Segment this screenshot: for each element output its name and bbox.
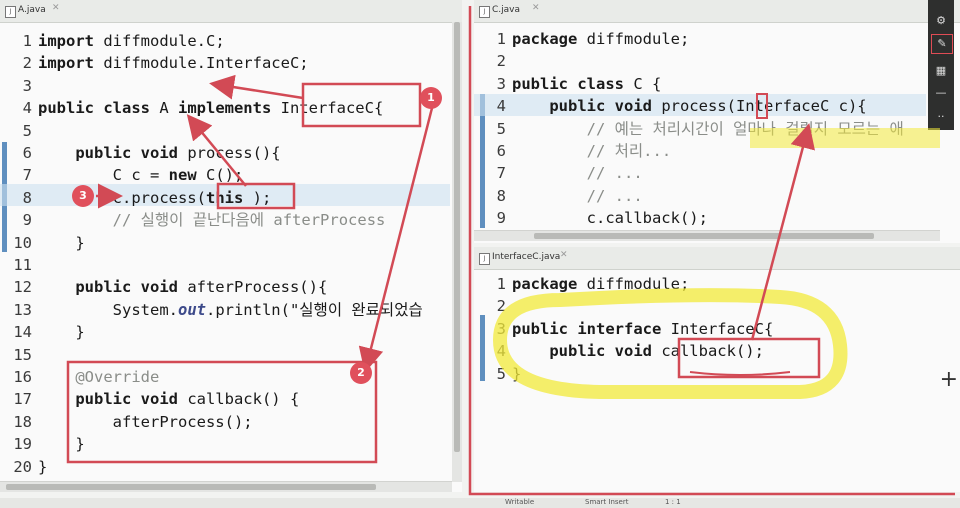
annotation-badge-1: 1 [420, 87, 442, 109]
annotation-box [301, 82, 422, 128]
annotation-box [216, 182, 296, 210]
underline-mark [689, 371, 791, 376]
annotation-frame [468, 6, 955, 496]
annotation-layer [66, 6, 955, 496]
annotation-badge-2: 2 [350, 362, 372, 384]
annotation-badge-3: 3 [72, 185, 94, 207]
annotation-box [756, 93, 768, 119]
annotation-box [66, 360, 378, 464]
annotation-arrow [209, 74, 304, 100]
annotation-arrow [358, 107, 434, 373]
annotation-arrow [750, 123, 815, 341]
annotation-arrow [186, 114, 247, 187]
annotation-box [677, 337, 821, 379]
highlighter-mark [750, 128, 940, 148]
